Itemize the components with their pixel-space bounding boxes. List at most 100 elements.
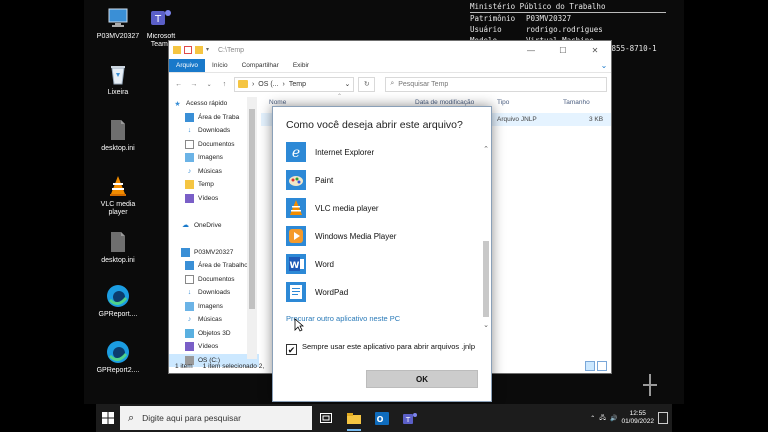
breadcrumb-chevron-icon: › [282, 80, 285, 88]
nav-item-videos[interactable]: Vídeos [169, 192, 259, 206]
nav-item-desktop[interactable]: Área de Traba📌 [169, 111, 259, 125]
nav-item-temp[interactable]: Temp [169, 178, 259, 192]
app-option-vlc[interactable]: VLC media player [285, 195, 475, 221]
refresh-button[interactable]: ↻ [358, 76, 376, 92]
always-use-option[interactable]: ✔ Sempre usar este aplicativo para abrir… [286, 342, 475, 355]
folder-icon [185, 180, 194, 190]
scrollbar-thumb[interactable] [483, 241, 489, 317]
nav-item-music-pc[interactable]: ♪ Músicas [169, 313, 259, 327]
window-title: C:\Temp [218, 46, 245, 54]
edge-icon [106, 284, 130, 308]
large-icons-view-icon[interactable] [597, 361, 607, 371]
app-option-wordpad[interactable]: WordPad [285, 279, 475, 305]
always-use-checkbox[interactable]: ✔ [286, 344, 297, 355]
chevron-up-icon[interactable]: ⌃ [481, 145, 491, 155]
vlc-icon [285, 197, 307, 219]
taskbar-file-explorer[interactable] [340, 404, 368, 432]
desktop-icon-gpreport2[interactable]: GPReport2.... [78, 340, 158, 375]
desktop-icon-desktop-ini[interactable]: desktop.ini [78, 118, 158, 153]
address-dropdown-icon[interactable]: ⌄ [344, 80, 350, 88]
tab-arquivo[interactable]: Arquivo [169, 59, 206, 72]
column-date-modified[interactable]: Data de modificação [415, 99, 474, 106]
svg-text:T: T [154, 14, 162, 25]
clock[interactable]: 12:55 01/09/2022 [621, 410, 654, 426]
folder-icon [347, 412, 361, 424]
volume-icon[interactable]: 🔊 [610, 415, 617, 422]
taskbar-outlook[interactable]: O [368, 404, 396, 432]
recent-locations-icon[interactable]: ⌄ [203, 81, 214, 88]
desktop-icon-recycle-bin[interactable]: Lixeira [78, 62, 158, 97]
forward-arrow-icon[interactable]: → [188, 81, 199, 88]
taskbar-teams[interactable]: T [396, 404, 424, 432]
show-hidden-icons-icon[interactable]: ⌃ [590, 415, 595, 422]
desktop-icon-vlc[interactable]: VLC media player [78, 174, 158, 217]
ok-button[interactable]: OK [366, 370, 478, 388]
open-with-dialog[interactable]: Como você deseja abrir este arquivo? e I… [272, 106, 492, 402]
new-folder-icon[interactable] [195, 46, 203, 54]
up-arrow-icon[interactable]: ↑ [219, 81, 230, 88]
explorer-titlebar[interactable]: ▾ C:\Temp — ☐ ✕ [169, 41, 611, 59]
app-option-internet-explorer[interactable]: e Internet Explorer [285, 139, 475, 165]
search-icon: ⌕ [390, 80, 395, 87]
column-name[interactable]: Nome [269, 99, 286, 106]
app-list-scrollbar[interactable]: ⌃ ⌄ [481, 145, 491, 337]
ini-file-icon [106, 118, 130, 142]
download-icon: ↓ [187, 289, 192, 297]
taskbar-search-input[interactable]: ⌕ Digite aqui para pesquisar [120, 406, 312, 430]
search-input[interactable]: ⌕ Pesquisar Temp [385, 76, 607, 92]
close-button[interactable]: ✕ [579, 41, 611, 59]
task-view-button[interactable] [312, 404, 340, 432]
scrollbar-thumb[interactable] [249, 109, 255, 309]
status-selected: 1 item selecionado 2, [202, 362, 265, 370]
teams-icon: T [403, 412, 417, 424]
minimize-button[interactable]: — [515, 41, 547, 59]
desktop-icon-desktop-ini-2[interactable]: desktop.ini [78, 230, 158, 265]
taskbar: ⌕ Digite aqui para pesquisar O T ⌃ 🖧 🔊 1… [96, 404, 672, 432]
nav-item-downloads-pc[interactable]: ↓ Downloads [169, 286, 259, 300]
network-icon[interactable]: 🖧 [599, 413, 606, 423]
expand-ribbon-icon[interactable]: ⌄ [597, 59, 611, 72]
chevron-down-icon[interactable]: ▾ [206, 46, 212, 54]
nav-item-music[interactable]: ♪ Músicas [169, 165, 259, 179]
breadcrumb-temp[interactable]: Temp [289, 81, 306, 88]
left-letterbox [0, 0, 84, 404]
nav-item-documents[interactable]: Documentos📌 [169, 138, 259, 152]
maximize-button[interactable]: ☐ [547, 41, 579, 59]
app-option-windows-media-player[interactable]: Windows Media Player [285, 223, 475, 249]
app-option-word[interactable]: W Word [285, 251, 475, 277]
notifications-icon[interactable] [658, 412, 668, 424]
column-type[interactable]: Tipo [497, 99, 509, 106]
nav-item-downloads[interactable]: ↓Downloads📌 [169, 124, 259, 138]
tab-compartilhar[interactable]: Compartilhar [235, 59, 286, 72]
chevron-down-icon[interactable]: ⌄ [481, 321, 491, 331]
file-size: 3 KB [589, 116, 604, 123]
nav-item-desktop-pc[interactable]: Área de Trabalho [169, 259, 259, 273]
nav-item-onedrive[interactable]: ☁ OneDrive [169, 219, 259, 233]
nav-item-pictures[interactable]: Imagens📌 [169, 151, 259, 165]
nav-item-quick-access[interactable]: ★ Acesso rápido [169, 97, 259, 111]
paint-icon [285, 169, 307, 191]
app-option-paint[interactable]: Paint [285, 167, 475, 193]
column-size[interactable]: Tamanho [563, 99, 590, 106]
word-icon: W [285, 253, 307, 275]
details-view-icon[interactable] [585, 361, 595, 371]
quick-access-toolbar: ▾ [173, 46, 212, 54]
nav-item-3d-objects[interactable]: Objetos 3D [169, 327, 259, 341]
back-arrow-icon[interactable]: ← [173, 81, 184, 88]
tab-inicio[interactable]: Início [205, 59, 235, 72]
address-bar[interactable]: › OS (... › Temp ⌄ [233, 76, 355, 92]
desktop-icon-label: Lixeira [107, 89, 129, 96]
navigation-scrollbar[interactable] [247, 97, 257, 359]
desktop-icon-gpreport[interactable]: GPReport.... [78, 284, 158, 319]
desktop-folder-icon [185, 261, 194, 271]
recycle-bin-icon [106, 62, 130, 86]
nav-item-videos-pc[interactable]: Vídeos [169, 340, 259, 354]
nav-item-documents-pc[interactable]: Documentos [169, 273, 259, 287]
checkmark-icon: ✔ [287, 344, 296, 355]
breadcrumb-drive[interactable]: OS (... [258, 81, 278, 88]
nav-item-pictures-pc[interactable]: Imagens [169, 300, 259, 314]
properties-icon[interactable] [184, 46, 192, 54]
tab-exibir[interactable]: Exibir [286, 59, 316, 72]
nav-item-this-pc[interactable]: P03MV20327 [169, 246, 259, 260]
start-button[interactable] [96, 404, 120, 432]
